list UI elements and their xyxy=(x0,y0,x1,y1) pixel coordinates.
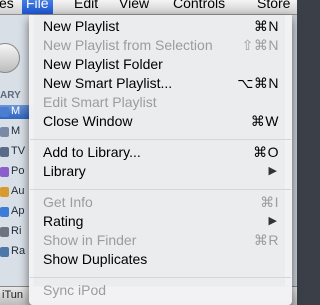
ringtones-icon xyxy=(0,227,9,237)
menu-item-label: New Playlist from Selection xyxy=(43,37,213,53)
menubar-item-store[interactable]: Store xyxy=(257,0,290,10)
menu-item-label: New Playlist Folder xyxy=(43,56,163,72)
sidebar-item-radio[interactable]: Ra xyxy=(11,245,25,257)
tv-icon xyxy=(0,147,9,157)
menu-item-shortcut: ⌘N xyxy=(253,18,279,34)
menu-item-new-smart-playlist[interactable]: New Smart Playlist... ⌥⌘N xyxy=(43,74,279,93)
menubar-item-itunes[interactable]: es xyxy=(0,0,14,10)
menubar-item-edit[interactable]: Edit xyxy=(74,0,98,10)
menu-item-library[interactable]: Library ▶ xyxy=(43,162,279,181)
apps-icon xyxy=(0,207,9,217)
menu-item-new-playlist-from-selection: New Playlist from Selection ⇧⌘N xyxy=(43,36,279,55)
menu-item-edit-smart-playlist: Edit Smart Playlist xyxy=(43,93,279,112)
menu-item-sync-ipod: Sync iPod xyxy=(43,281,279,300)
sidebar-item-podcasts[interactable]: Po xyxy=(11,165,24,177)
sidebar-item-music[interactable]: M xyxy=(11,105,20,117)
menu-item-label: Rating xyxy=(43,213,84,229)
menu-item-label: Library xyxy=(43,163,86,179)
file-menu: New Playlist ⌘N New Playlist from Select… xyxy=(29,15,292,305)
menu-item-new-playlist[interactable]: New Playlist ⌘N xyxy=(43,17,279,36)
sidebar-item-ringtones[interactable]: Ri xyxy=(11,225,21,237)
menu-item-get-info: Get Info ⌘I xyxy=(43,193,279,212)
menu-item-close-window[interactable]: Close Window ⌘W xyxy=(43,112,279,131)
audiobooks-icon xyxy=(0,187,9,197)
menu-item-label: Get Info xyxy=(43,194,93,210)
menu-item-show-in-finder: Show in Finder ⌘R xyxy=(43,231,279,250)
menu-item-add-to-library[interactable]: Add to Library... ⌘O xyxy=(43,143,279,162)
menu-item-shortcut: ⌘W xyxy=(250,113,279,129)
menu-item-shortcut: ⇧⌘N xyxy=(241,37,279,53)
menu-item-new-playlist-folder[interactable]: New Playlist Folder xyxy=(43,55,279,74)
menu-item-label: Show Duplicates xyxy=(43,251,148,267)
menu-item-shortcut: ⌘R xyxy=(253,232,279,248)
menu-item-label: Sync iPod xyxy=(43,282,107,298)
menubar: es File Edit View Controls Store xyxy=(0,0,297,15)
menu-item-shortcut: ⌘O xyxy=(253,144,279,160)
movies-icon xyxy=(0,127,9,137)
menu-separator xyxy=(30,189,291,190)
menubar-item-controls[interactable]: Controls xyxy=(173,0,225,10)
sidebar-item-movies[interactable]: M xyxy=(11,125,20,137)
back-button[interactable] xyxy=(0,43,20,73)
sidebar-item-audiobooks[interactable]: Au xyxy=(11,185,24,197)
menu-item-label: Edit Smart Playlist xyxy=(43,94,157,110)
music-icon xyxy=(0,107,9,117)
menu-item-label: Add to Library... xyxy=(43,144,141,160)
status-text: iTun xyxy=(2,289,23,301)
menu-item-show-duplicates[interactable]: Show Duplicates xyxy=(43,250,279,269)
sidebar-header-library: ARY xyxy=(0,90,21,101)
menu-item-label: Close Window xyxy=(43,113,133,129)
menu-item-label: Show in Finder xyxy=(43,232,137,248)
sidebar-item-apps[interactable]: Ap xyxy=(11,205,24,217)
radio-icon xyxy=(0,247,9,257)
submenu-arrow-icon: ▶ xyxy=(268,165,277,177)
menu-item-label: New Playlist xyxy=(43,18,120,34)
menubar-item-view[interactable]: View xyxy=(119,0,149,10)
menu-item-shortcut: ⌘I xyxy=(260,194,279,210)
sidebar-item-tv[interactable]: TV xyxy=(11,145,25,157)
submenu-arrow-icon: ▶ xyxy=(268,215,277,227)
menu-separator xyxy=(30,277,291,278)
menu-item-shortcut: ⌥⌘N xyxy=(237,75,279,91)
menu-item-rating[interactable]: Rating ▶ xyxy=(43,212,279,231)
menubar-item-file[interactable]: File xyxy=(22,0,53,14)
menu-item-label: New Smart Playlist... xyxy=(43,75,173,91)
podcasts-icon xyxy=(0,167,9,177)
menu-separator xyxy=(30,139,291,140)
